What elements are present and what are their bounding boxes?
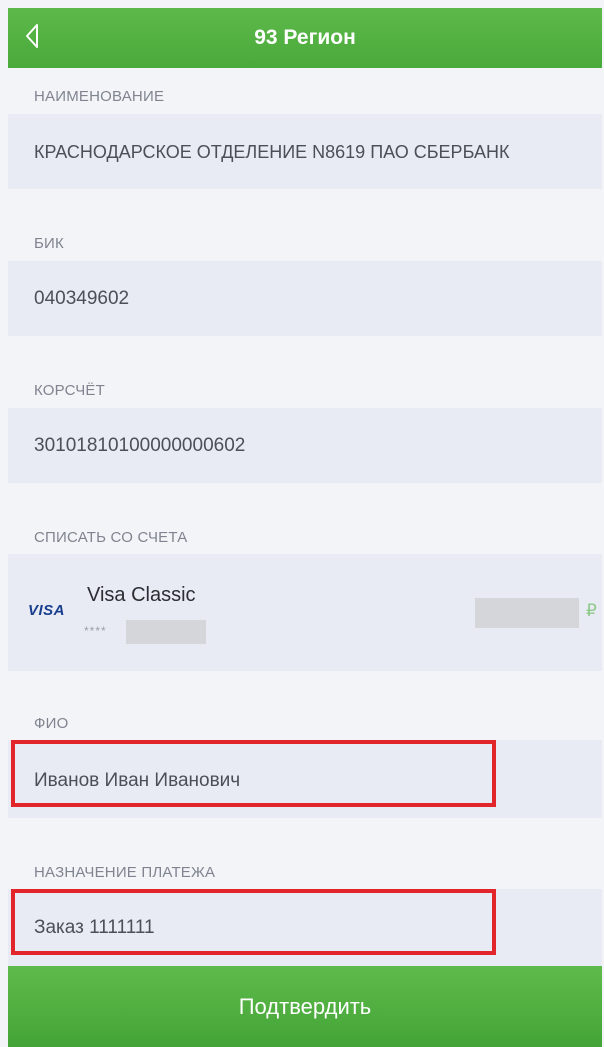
corr-account-label: КОРСЧЁТ — [34, 382, 105, 399]
fio-highlight-box — [11, 740, 496, 807]
fio-label: ФИО — [34, 715, 69, 732]
bik-field[interactable]: 040349602 — [8, 261, 602, 336]
name-label: НАИМЕНОВАНИЕ — [34, 88, 165, 105]
ruble-icon: ₽ — [586, 601, 597, 620]
back-chevron-icon — [22, 22, 42, 55]
purpose-highlight-box — [11, 889, 496, 955]
bik-value: 040349602 — [34, 288, 130, 309]
card-number-mask: **** — [84, 624, 107, 638]
top-bar: 93 Регион — [8, 8, 602, 68]
corr-account-field[interactable]: 30101810100000000602 — [8, 408, 602, 483]
confirm-button-label: Подтвердить — [238, 993, 372, 1019]
card-selector[interactable]: VISA Visa Classic **** ₽ — [8, 554, 602, 671]
name-value: КРАСНОДАРСКОЕ ОТДЕЛЕНИЕ N8619 ПАО СБЕРБА… — [34, 142, 510, 162]
corr-account-value: 30101810100000000602 — [34, 435, 246, 456]
card-name: Visa Classic — [87, 584, 196, 606]
page-title: 93 Регион — [254, 26, 356, 49]
purpose-label: НАЗНАЧЕНИЕ ПЛАТЕЖА — [34, 864, 216, 881]
payment-screen: 93 Регион НАИМЕНОВАНИЕ КРАСНОДАРСКОЕ ОТД… — [0, 0, 604, 1047]
bik-label: БИК — [34, 235, 64, 252]
form-content: НАИМЕНОВАНИЕ КРАСНОДАРСКОЕ ОТДЕЛЕНИЕ N86… — [8, 68, 602, 966]
debit-account-label: СПИСАТЬ СО СЧЕТА — [34, 529, 188, 546]
balance-redacted — [475, 598, 579, 628]
card-number-redacted — [126, 620, 206, 644]
confirm-button[interactable]: Подтвердить — [8, 966, 602, 1047]
back-button[interactable] — [22, 20, 62, 56]
visa-logo-icon: VISA — [28, 602, 66, 619]
name-field[interactable]: КРАСНОДАРСКОЕ ОТДЕЛЕНИЕ N8619 ПАО СБЕРБА… — [8, 114, 602, 189]
